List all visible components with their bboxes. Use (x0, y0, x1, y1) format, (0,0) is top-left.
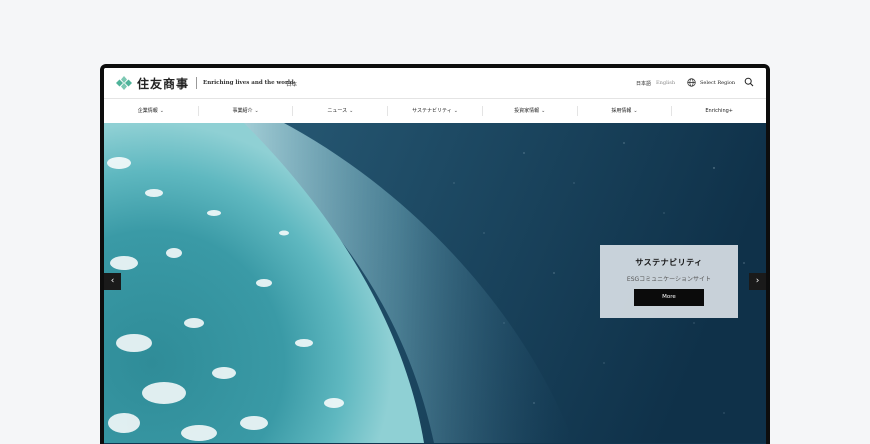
more-button[interactable]: More (634, 289, 704, 306)
logo-divider (196, 77, 197, 89)
region-tag: 日本 (286, 82, 298, 88)
chevron-down-icon: ⌄ (159, 108, 164, 114)
logo-mark-icon[interactable] (116, 76, 132, 90)
search-icon[interactable] (744, 77, 754, 87)
select-region-button[interactable]: Select Region (700, 80, 735, 86)
slide-card: サステナビリティ ESGコミュニケーションサイト More (600, 245, 738, 318)
nav-item-news[interactable]: ニュース ⌄ (292, 106, 387, 116)
logo-text[interactable]: 住友商事 (137, 75, 189, 92)
site-header: 住友商事 Enriching lives and the world 日本 日本… (104, 68, 766, 98)
slide-subtitle: ESGコミュニケーションサイト (626, 276, 712, 283)
chevron-down-icon: ⌄ (541, 108, 546, 114)
slider-next-button[interactable]: › (749, 273, 766, 290)
slide-title: サステナビリティ (635, 258, 703, 267)
slider-prev-button[interactable]: ‹ (104, 273, 121, 290)
chevron-down-icon: ⌄ (254, 108, 259, 114)
chevron-down-icon: ⌄ (633, 108, 638, 114)
nav-item-business[interactable]: 事業紹介 ⌄ (197, 106, 293, 116)
device-frame: 住友商事 Enriching lives and the world 日本 日本… (100, 64, 770, 444)
language-english-link[interactable]: English (656, 80, 675, 86)
browser-viewport: 住友商事 Enriching lives and the world 日本 日本… (104, 68, 766, 444)
tagline: Enriching lives and the world (203, 80, 294, 86)
globe-icon[interactable] (687, 78, 696, 87)
nav-item-careers[interactable]: 採用情報 ⌄ (576, 106, 672, 116)
nav-item-company[interactable]: 企業情報 ⌄ (104, 106, 198, 116)
nav-item-sustainability[interactable]: サステナビリティ ⌄ (387, 106, 482, 116)
language-japanese-link[interactable]: 日本語 (636, 80, 651, 87)
main-nav: 企業情報 ⌄ 事業紹介 ⌄ ニュース ⌄ サステナビリティ ⌄ 投資家情報 ⌄ 採用情報 ⌄… (104, 98, 766, 123)
nav-item-investors[interactable]: 投資家情報 ⌄ (481, 106, 577, 116)
nav-item-enriching[interactable]: Enriching+ (671, 106, 766, 116)
chevron-down-icon: ⌄ (349, 108, 354, 114)
chevron-down-icon: ⌄ (453, 108, 458, 114)
hero-slider: ‹ › サステナビリティ ESGコミュニケーションサイト More (104, 123, 766, 444)
